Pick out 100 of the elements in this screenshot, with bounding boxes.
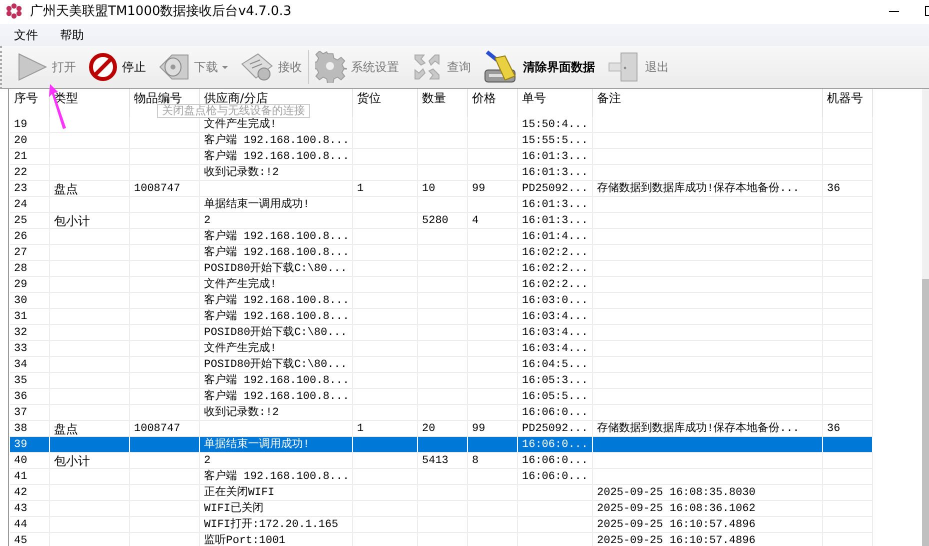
table-cell: 盘点	[54, 422, 78, 436]
table-cell: 16:03:4...	[522, 311, 588, 323]
table-cell: 39	[14, 439, 28, 451]
table-cell: 包小计	[54, 454, 90, 468]
table-cell: 客户端 192.168.100.8...	[204, 375, 350, 387]
table-cell: 文件产生完成!	[204, 279, 277, 291]
table-cell: 客户端 192.168.100.8...	[204, 231, 350, 243]
table-cell: 20	[422, 423, 436, 435]
gear-icon	[315, 51, 347, 83]
table-cell: PD25092...	[522, 183, 588, 195]
table-cell: 16:06:0...	[522, 407, 588, 419]
table-cell: 99	[472, 183, 486, 195]
table-cell: 收到记录数:!2	[204, 167, 279, 179]
table-cell: 20	[14, 135, 28, 147]
table-cell: 客户端 192.168.100.8...	[204, 135, 350, 147]
table-cell: 44	[14, 519, 28, 531]
table-cell: 19	[14, 119, 28, 131]
table-cell: 24	[14, 199, 28, 211]
table-cell: 16:01:3...	[522, 199, 588, 211]
table-cell: 正在关闭WIFI	[204, 487, 274, 499]
table-cell: 2025-09-25 16:08:35.8030	[597, 487, 756, 499]
table-cell: 31	[14, 311, 28, 323]
table-cell: 1	[357, 183, 364, 195]
table-cell: 2	[204, 215, 211, 227]
table-cell: 10	[422, 183, 436, 195]
table-cell: 1	[357, 423, 364, 435]
table-cell: 包小计	[54, 214, 90, 228]
table-cell: POSID80开始下载C:\80...	[204, 263, 348, 275]
table-cell: 32	[14, 327, 28, 339]
table-cell: 16:04:5...	[522, 359, 588, 371]
table-cell: 5280	[422, 215, 448, 227]
table-cell: 16:03:4...	[522, 343, 588, 355]
table-cell: 35	[14, 375, 28, 387]
table-cell: 36	[827, 183, 840, 195]
app-logo-icon	[6, 3, 22, 19]
table-cell: 客户端 192.168.100.8...	[204, 247, 350, 259]
prohibited-icon	[88, 52, 118, 82]
table-cell: 16:02:2...	[522, 247, 588, 259]
table-cell: 16:03:0...	[522, 295, 588, 307]
table-cell: 2	[204, 455, 211, 467]
table-cell: 文件产生完成!	[204, 119, 277, 131]
table-cell: 25	[14, 215, 28, 227]
table-cell: 16:06:0...	[522, 455, 588, 467]
table-cell: 4	[472, 215, 479, 227]
table-cell: 2025-09-25 16:10:57.4896	[597, 519, 756, 531]
toolbar-button[interactable]: 停止	[84, 47, 150, 87]
table-cell: 16:02:2...	[522, 263, 588, 275]
table-cell: 28	[14, 263, 28, 275]
table-cell: 监听Port:1001	[204, 535, 286, 546]
table-cell: 2025-09-25 16:08:36.1062	[597, 503, 756, 515]
table-cell: 16:01:4...	[522, 231, 588, 243]
toolbar-button[interactable]: 清除界面数据	[479, 47, 599, 87]
table-cell: 单据结束一调用成功!	[204, 439, 310, 451]
table-cell: 1008747	[134, 423, 180, 435]
table-cell: POSID80开始下载C:\80...	[204, 327, 348, 339]
table-cell: WIFI已关闭	[204, 503, 264, 515]
table-cell: 37	[14, 407, 28, 419]
table-cell: 36	[827, 423, 840, 435]
table-cell: 16:05:3...	[522, 375, 588, 387]
table-cell: 22	[14, 167, 28, 179]
table-cell: 99	[472, 423, 486, 435]
selected-row[interactable]: 39 单据结束一调用成功! 16:06:0...	[10, 437, 873, 453]
table-cell: 16:03:4...	[522, 327, 588, 339]
table-cell: 36	[14, 391, 28, 403]
table-cell: 40	[14, 455, 28, 467]
table-cell: 8	[472, 455, 479, 467]
table-cell: 单据结束一调用成功!	[204, 199, 310, 211]
table-cell: 38	[14, 423, 28, 435]
table-cell: 29	[14, 279, 28, 291]
table-cell: 15:50:4...	[522, 119, 588, 131]
table-cell: 41	[14, 471, 28, 483]
menu-item[interactable]: 文件	[14, 24, 38, 46]
window-title: 广州天美联盟TM1000数据接收后台v4.7.0.3	[30, 3, 292, 20]
table-cell: 33	[14, 343, 28, 355]
table-cell: 5413	[422, 455, 448, 467]
table-cell: 客户端 192.168.100.8...	[204, 151, 350, 163]
table-cell: 存储数据到数据库成功!保存本地备份...	[597, 423, 800, 435]
table-cell: 收到记录数:!2	[204, 407, 279, 419]
table-cell: 客户端 192.168.100.8...	[204, 311, 350, 323]
table-cell: 客户端 192.168.100.8...	[204, 391, 350, 403]
table-cell: 27	[14, 247, 28, 259]
table-cell: 2025-09-25 16:10:57.4896	[597, 535, 756, 546]
table-cell: 43	[14, 503, 28, 515]
table-cell: POSID80开始下载C:\80...	[204, 359, 348, 371]
table-cell: 23	[14, 183, 28, 195]
table-cell: 34	[14, 359, 28, 371]
table-cell: 16:01:3...	[522, 167, 588, 179]
table-cell: 16:01:3...	[522, 151, 588, 163]
table-cell: 16:06:0...	[522, 439, 588, 451]
tooltip: 关闭盘点枪与无线设备的连接	[157, 104, 310, 118]
table-cell: 16:06:0...	[522, 471, 588, 483]
table-cell: 21	[14, 151, 28, 163]
play-icon	[16, 52, 48, 82]
table-cell: 文件产生完成!	[204, 343, 277, 355]
table-cell: 15:55:5...	[522, 135, 588, 147]
table-cell: 16:01:3...	[522, 215, 588, 227]
menu-item[interactable]: 帮助	[60, 24, 84, 46]
table-cell: 存储数据到数据库成功!保存本地备份...	[597, 183, 800, 195]
table-cell: 42	[14, 487, 28, 499]
table-cell: 16:02:2...	[522, 279, 588, 291]
